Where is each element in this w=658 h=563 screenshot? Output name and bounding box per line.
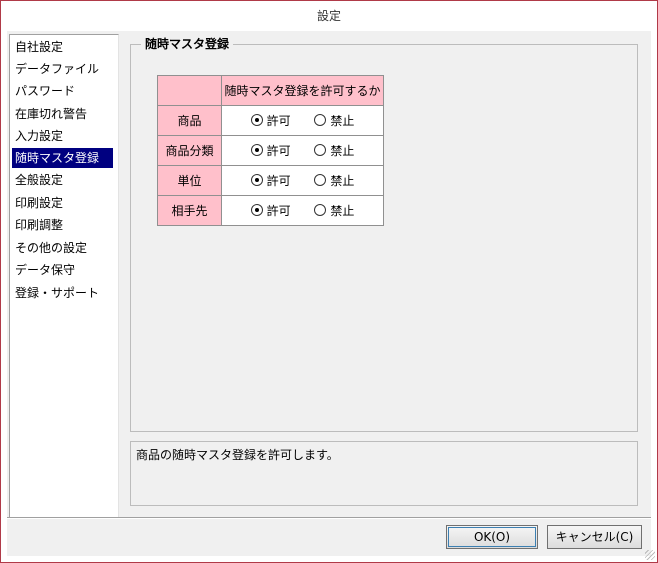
radio-allow-unit[interactable]: 許可 bbox=[250, 172, 291, 189]
radio-unselected-icon bbox=[314, 204, 327, 217]
settings-category-list[interactable]: 自社設定 データファイル パスワード 在庫切れ警告 入力設定 随時マスタ登録 全… bbox=[9, 34, 119, 518]
row-label-product-category: 商品分類 bbox=[157, 135, 222, 166]
radio-allow-product-category[interactable]: 許可 bbox=[250, 142, 291, 159]
radio-deny-partner[interactable]: 禁止 bbox=[314, 202, 354, 219]
radio-group-product-category: 許可 禁止 bbox=[221, 135, 384, 166]
radio-deny-unit[interactable]: 禁止 bbox=[314, 172, 354, 189]
radio-deny-product-category[interactable]: 禁止 bbox=[314, 142, 354, 159]
window-title: 設定 bbox=[1, 1, 657, 31]
table-row: 商品分類 許可 禁止 bbox=[157, 135, 384, 166]
radio-deny-product[interactable]: 禁止 bbox=[314, 112, 354, 129]
table-corner-cell bbox=[157, 75, 222, 106]
dialog-client-area: 自社設定 データファイル パスワード 在庫切れ警告 入力設定 随時マスタ登録 全… bbox=[7, 31, 651, 556]
radio-group-product: 許可 禁止 bbox=[221, 105, 384, 136]
group-title: 随時マスタ登録 bbox=[141, 36, 234, 52]
sidebar-item-data-maintenance[interactable]: データ保守 bbox=[12, 260, 75, 280]
description-text: 商品の随時マスタ登録を許可します。 bbox=[136, 448, 339, 462]
row-label-product: 商品 bbox=[157, 105, 222, 136]
sidebar-item-input-settings[interactable]: 入力設定 bbox=[12, 126, 63, 146]
sidebar-item-registration-support[interactable]: 登録・サポート bbox=[12, 283, 99, 303]
description-box: 商品の随時マスタ登録を許可します。 bbox=[130, 441, 638, 506]
radio-group-partner: 許可 禁止 bbox=[221, 195, 384, 226]
ok-button[interactable]: OK(O) bbox=[446, 525, 538, 549]
radio-allow-product[interactable]: 許可 bbox=[250, 112, 291, 129]
table-row: 単位 許可 禁止 bbox=[157, 165, 384, 196]
radio-unselected-icon bbox=[314, 174, 327, 187]
cancel-button[interactable]: キャンセル(C) bbox=[547, 525, 642, 549]
sidebar-item-print-adjustment[interactable]: 印刷調整 bbox=[12, 215, 63, 235]
table-row: 商品 許可 禁止 bbox=[157, 105, 384, 136]
radio-selected-icon bbox=[250, 174, 263, 187]
sidebar-item-data-file[interactable]: データファイル bbox=[12, 59, 99, 79]
radio-unselected-icon bbox=[314, 114, 327, 127]
table-row: 相手先 許可 禁止 bbox=[157, 195, 384, 226]
radio-selected-icon bbox=[250, 204, 263, 217]
sidebar-item-stock-warning[interactable]: 在庫切れ警告 bbox=[12, 104, 87, 124]
settings-window: 設定 自社設定 データファイル パスワード 在庫切れ警告 入力設定 随時マスタ登… bbox=[0, 0, 658, 563]
table-header-cell: 随時マスタ登録を許可するか bbox=[221, 75, 384, 106]
sidebar-item-other-settings[interactable]: その他の設定 bbox=[12, 238, 87, 258]
footer-separator bbox=[7, 517, 651, 519]
radio-selected-icon bbox=[250, 144, 263, 157]
sidebar-item-company-settings[interactable]: 自社設定 bbox=[12, 37, 63, 57]
row-label-partner: 相手先 bbox=[157, 195, 222, 226]
radio-group-unit: 許可 禁止 bbox=[221, 165, 384, 196]
sidebar-item-master-registration[interactable]: 随時マスタ登録 bbox=[12, 148, 113, 168]
resize-grip-icon[interactable] bbox=[645, 550, 655, 560]
sidebar-item-general-settings[interactable]: 全般設定 bbox=[12, 170, 63, 190]
row-label-unit: 単位 bbox=[157, 165, 222, 196]
radio-unselected-icon bbox=[314, 144, 327, 157]
radio-selected-icon bbox=[250, 114, 263, 127]
radio-allow-partner[interactable]: 許可 bbox=[250, 202, 291, 219]
permission-table: 随時マスタ登録を許可するか 商品 許可 禁止 商品分類 許可 禁止 単位 許可 bbox=[157, 75, 384, 226]
table-header-row: 随時マスタ登録を許可するか bbox=[157, 75, 384, 106]
sidebar-item-print-settings[interactable]: 印刷設定 bbox=[12, 193, 63, 213]
sidebar-item-password[interactable]: パスワード bbox=[12, 81, 75, 101]
